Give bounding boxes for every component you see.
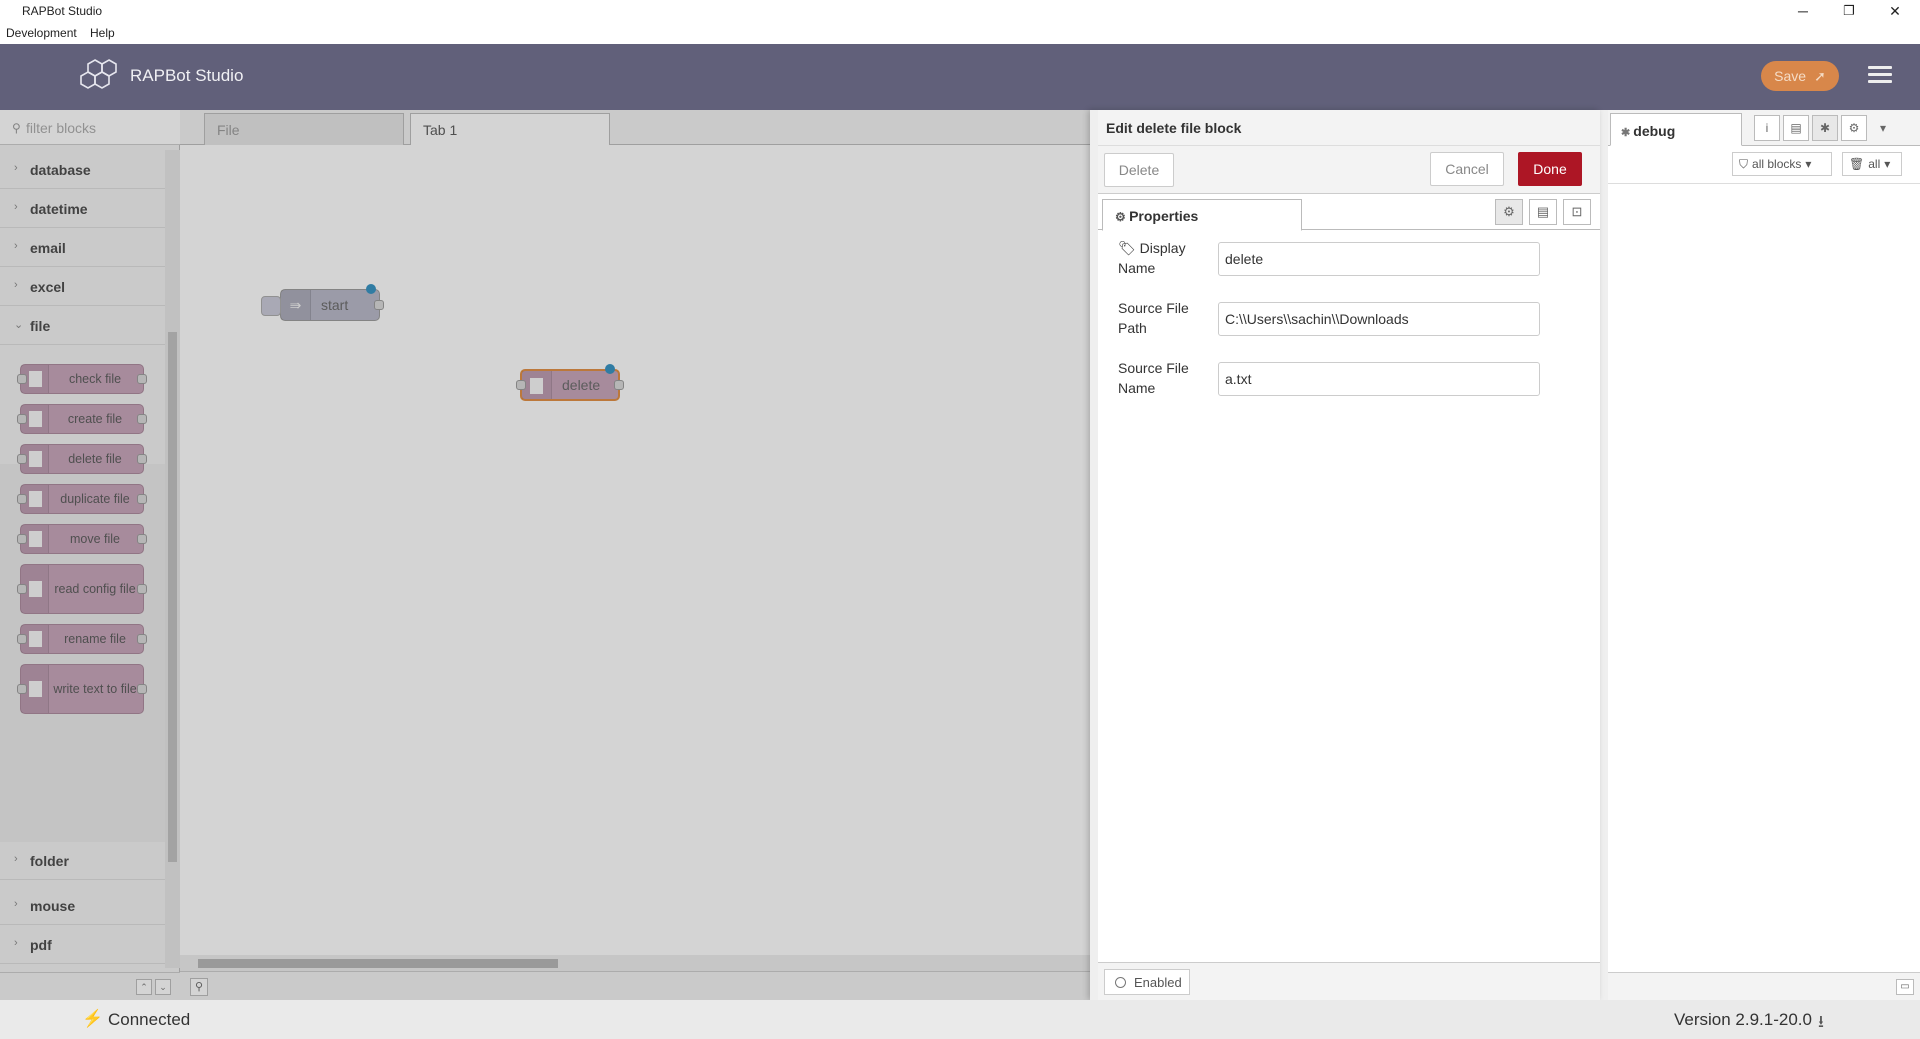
monitor-icon[interactable]: ▭ xyxy=(1896,979,1914,995)
tray-tabs: ⚙ Properties ⚙ ▤ ⊡ xyxy=(1098,194,1600,231)
menu-bar: Development Help xyxy=(0,24,1920,44)
status-bar: ⚡ Connected Version 2.9.1-20.0 ⭳ xyxy=(0,1000,1920,1039)
tab-label: Properties xyxy=(1129,208,1199,224)
tray-title: Edit delete file block xyxy=(1106,120,1242,136)
filter-label: all blocks xyxy=(1752,157,1802,171)
edit-block-tray: Edit delete file block Delete Cancel Don… xyxy=(1090,110,1600,1000)
appearance-icon[interactable]: ⊡ xyxy=(1563,199,1591,225)
book-icon[interactable]: ▤ xyxy=(1783,115,1809,141)
delete-button[interactable]: Delete xyxy=(1104,153,1174,187)
bug-icon: ✱ xyxy=(1621,127,1634,139)
debug-sidebar: ✱ debug i ▤ ✱ ⚙ ▾ ⛉ all blocks ▾ 🗑 all ▾ ▭ xyxy=(1600,110,1920,1000)
clear-dropdown[interactable]: 🗑 all ▾ xyxy=(1842,152,1902,176)
tray-footer: Enabled xyxy=(1098,962,1600,1000)
sidebar-tabs: ✱ debug i ▤ ✱ ⚙ ▾ xyxy=(1608,110,1920,146)
rocket-icon: ➚ xyxy=(1814,67,1826,84)
main-menu-icon[interactable] xyxy=(1868,66,1892,86)
gear-icon[interactable]: ⚙ xyxy=(1841,115,1867,141)
sidebar-footer: ▭ xyxy=(1608,972,1920,1000)
filter-icon: ⛉ xyxy=(1739,156,1749,171)
info-icon[interactable]: i xyxy=(1754,115,1780,141)
caret-down-icon: ▾ xyxy=(1805,157,1812,171)
restore-button[interactable]: ❐ xyxy=(1826,0,1872,22)
plug-icon: ⚡ xyxy=(82,1009,104,1028)
tab-debug[interactable]: ✱ debug xyxy=(1610,113,1742,146)
tab-label: debug xyxy=(1633,123,1676,139)
caret-down-icon: ▾ xyxy=(1884,157,1891,171)
save-label: Save xyxy=(1774,68,1807,84)
minimize-button[interactable]: ─ xyxy=(1780,0,1826,22)
version-text: Version 2.9.1-20.0 xyxy=(1674,1010,1812,1029)
tray-buttons: Delete Cancel Done xyxy=(1098,146,1600,194)
trash-icon: 🗑 xyxy=(1849,157,1865,171)
download-icon[interactable]: ⭳ xyxy=(1818,1009,1824,1038)
app-name: RAPBot Studio xyxy=(130,66,244,85)
clear-label: all xyxy=(1868,157,1881,171)
display-name-input[interactable] xyxy=(1218,242,1540,276)
debug-toolbar: ⛉ all blocks ▾ 🗑 all ▾ xyxy=(1608,146,1920,184)
tray-header: Edit delete file block xyxy=(1098,110,1600,146)
window-title: RAPBot Studio xyxy=(22,4,103,18)
source-file-name-input[interactable] xyxy=(1218,362,1540,396)
done-button[interactable]: Done xyxy=(1518,152,1582,186)
app-header: RAPBot Studio Save ➚ xyxy=(0,44,1920,110)
bug-tab-icon[interactable]: ✱ xyxy=(1812,115,1838,141)
enabled-toggle[interactable]: Enabled xyxy=(1104,969,1190,995)
circle-icon xyxy=(1115,976,1126,988)
window-titlebar: RAPBot Studio ─ ❐ ✕ xyxy=(0,0,1920,24)
source-file-path-input[interactable] xyxy=(1218,302,1540,336)
cancel-button[interactable]: Cancel xyxy=(1430,152,1504,186)
close-window-button[interactable]: ✕ xyxy=(1872,0,1918,22)
tag-icon: 🏷 xyxy=(1118,240,1136,256)
settings-gear-icon[interactable]: ⚙ xyxy=(1495,199,1523,225)
tab-properties[interactable]: ⚙ Properties xyxy=(1102,199,1302,231)
field-source-file-name: Source File Name xyxy=(1112,358,1572,398)
connection-status: Connected xyxy=(108,1010,191,1029)
description-icon[interactable]: ▤ xyxy=(1529,199,1557,225)
chevron-down-icon[interactable]: ▾ xyxy=(1870,115,1896,141)
field-label: 🏷 Display Name xyxy=(1118,240,1186,276)
enabled-label: Enabled xyxy=(1134,974,1182,990)
field-label: Source File Name xyxy=(1118,360,1189,396)
menu-help[interactable]: Help xyxy=(90,26,115,40)
gear-icon: ⚙ xyxy=(1115,210,1130,224)
field-label: Source File Path xyxy=(1118,300,1189,336)
filter-blocks-dropdown[interactable]: ⛉ all blocks ▾ xyxy=(1732,152,1832,176)
field-display-name: 🏷 Display Name xyxy=(1112,238,1572,278)
modal-shade xyxy=(0,110,1090,1000)
menu-development[interactable]: Development xyxy=(6,26,77,40)
field-source-file-path: Source File Path xyxy=(1112,298,1572,338)
hexagon-logo-icon xyxy=(80,54,124,98)
save-button[interactable]: Save ➚ xyxy=(1761,61,1839,91)
